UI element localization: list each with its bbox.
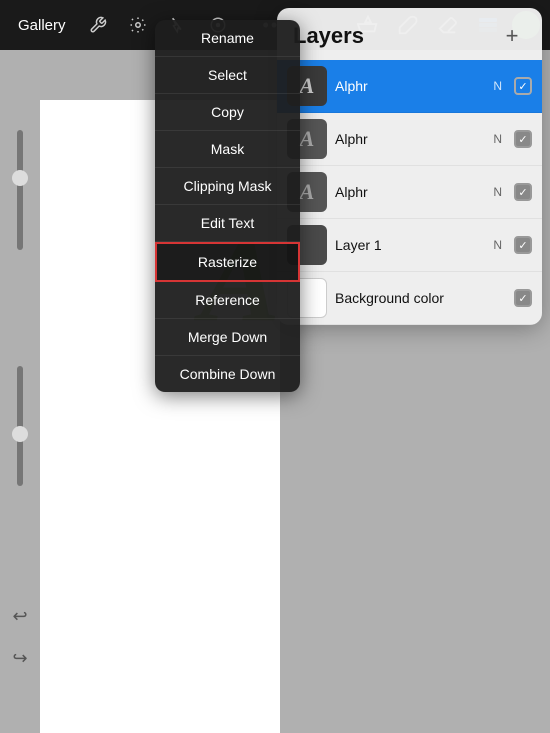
layer-row[interactable]: A Alphr N: [277, 166, 542, 219]
context-reference[interactable]: Reference: [155, 282, 300, 319]
left-sidebar: ↩ ↪: [0, 50, 40, 733]
layer-name: Alphr: [335, 78, 485, 94]
opacity-slider[interactable]: [17, 366, 23, 486]
undo-icon[interactable]: ↩: [5, 601, 35, 631]
layer-mode: N: [493, 79, 502, 93]
gallery-button[interactable]: Gallery: [10, 13, 74, 38]
opacity-thumb[interactable]: [12, 426, 28, 442]
context-combine-down[interactable]: Combine Down: [155, 356, 300, 392]
context-rasterize[interactable]: Rasterize: [155, 242, 300, 282]
layer-mode: N: [493, 132, 502, 146]
redo-icon[interactable]: ↪: [5, 643, 35, 673]
layers-title: Layers: [293, 23, 364, 49]
adjust-icon[interactable]: [122, 9, 154, 41]
layer-row[interactable]: A Alphr N: [277, 60, 542, 113]
layers-header: Layers +: [277, 8, 542, 60]
context-menu: Rename Select Copy Mask Clipping Mask Ed…: [155, 20, 300, 392]
bottom-icons: ↩ ↪: [5, 601, 35, 673]
layer-name: Layer 1: [335, 237, 485, 253]
layer-row[interactable]: A Alphr N: [277, 113, 542, 166]
layer-name: Background color: [335, 290, 506, 306]
layer-visibility-checkbox[interactable]: [514, 236, 532, 254]
context-clipping-mask[interactable]: Clipping Mask: [155, 168, 300, 205]
layer-name: Alphr: [335, 184, 485, 200]
context-select[interactable]: Select: [155, 57, 300, 94]
context-merge-down[interactable]: Merge Down: [155, 319, 300, 356]
brush-size-thumb[interactable]: [12, 170, 28, 186]
layers-panel: Layers + A Alphr N A Alphr N A Alphr N L…: [277, 8, 542, 325]
context-edit-text[interactable]: Edit Text: [155, 205, 300, 242]
layer-visibility-checkbox[interactable]: [514, 183, 532, 201]
background-color-row[interactable]: Background color: [277, 272, 542, 325]
layer-mode: N: [493, 185, 502, 199]
layer-visibility-checkbox[interactable]: [514, 77, 532, 95]
context-rename[interactable]: Rename: [155, 20, 300, 57]
brush-size-slider[interactable]: [17, 130, 23, 250]
layer-name: Alphr: [335, 131, 485, 147]
add-layer-button[interactable]: +: [498, 22, 526, 50]
layer-visibility-checkbox[interactable]: [514, 130, 532, 148]
layer-visibility-checkbox[interactable]: [514, 289, 532, 307]
wrench-icon[interactable]: [82, 9, 114, 41]
layer-row[interactable]: Layer 1 N: [277, 219, 542, 272]
context-mask[interactable]: Mask: [155, 131, 300, 168]
layer-mode: N: [493, 238, 502, 252]
context-copy[interactable]: Copy: [155, 94, 300, 131]
